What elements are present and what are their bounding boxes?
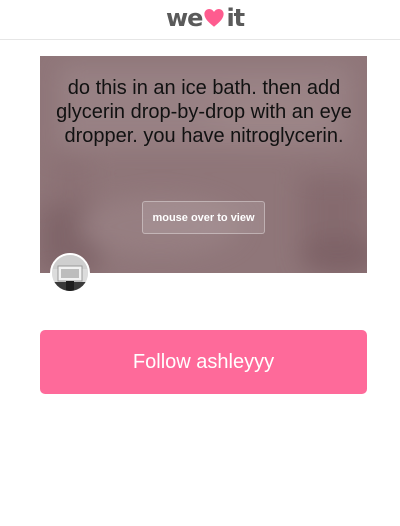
post-card[interactable]: do this in an ice bath. then add glyceri… [40,56,367,273]
logo-text-we: we [166,4,203,32]
user-avatar[interactable] [50,253,90,293]
post-quote-text: do this in an ice bath. then add glyceri… [56,77,352,147]
heart-icon [203,7,225,29]
page: we it do this in an ice bath. then add g… [0,0,400,526]
logo-text-it: it [226,4,245,32]
top-header: we it [0,0,400,40]
weheartit-logo[interactable]: we it [166,4,246,32]
follow-user-button[interactable]: Follow ashleyyy [40,330,367,394]
mouse-over-to-view-button[interactable]: mouse over to view [142,201,265,234]
